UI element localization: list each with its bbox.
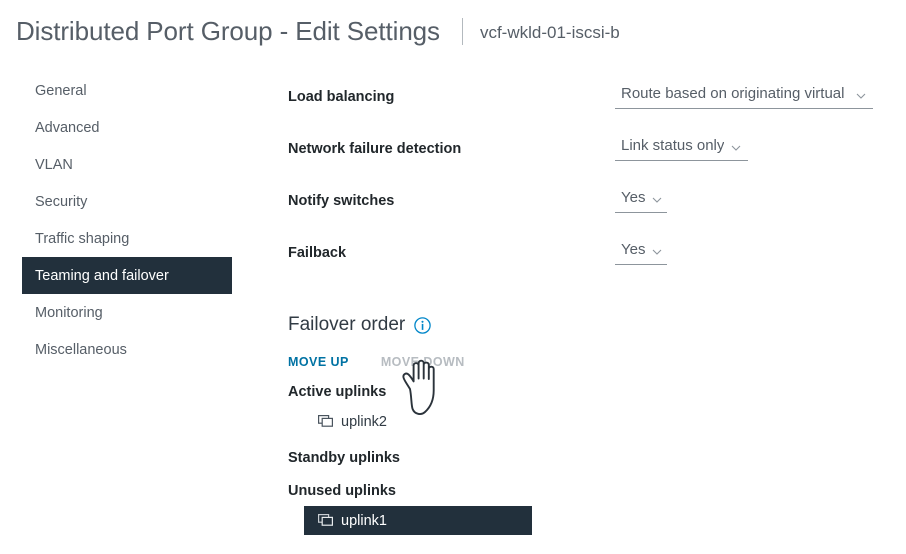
sidebar-item-security[interactable]: Security: [22, 183, 232, 220]
failover-order-section: Failover order MOVE UP MOVE DOWN Active …: [288, 312, 688, 535]
uplink-name: uplink2: [341, 413, 387, 430]
move-down-button: MOVE DOWN: [380, 355, 465, 369]
chevron-down-icon: [652, 195, 662, 204]
sidebar-item-label: Miscellaneous: [35, 341, 127, 358]
form-row-notify-switches: Notify switches Yes: [288, 188, 888, 240]
notify-switches-label: Notify switches: [288, 193, 395, 209]
active-uplinks-label: Active uplinks: [288, 384, 387, 400]
network-adapter-icon: [318, 415, 333, 428]
teaming-failover-form: Load balancing Route based on originatin…: [288, 84, 888, 292]
chevron-down-icon: [856, 91, 866, 100]
form-row-network-failure-detection: Network failure detection Link status on…: [288, 136, 888, 188]
notify-switches-select[interactable]: Yes: [615, 188, 667, 213]
sidebar-item-vlan[interactable]: VLAN: [22, 146, 232, 183]
load-balancing-value: Route based on originating virtual por: [621, 85, 849, 102]
form-row-load-balancing: Load balancing Route based on originatin…: [288, 84, 888, 136]
sidebar-item-traffic-shaping[interactable]: Traffic shaping: [22, 220, 232, 257]
sidebar-item-label: General: [35, 82, 87, 99]
chevron-down-icon: [731, 143, 741, 152]
load-balancing-select[interactable]: Route based on originating virtual por: [615, 84, 873, 109]
page-subtitle: vcf-wkld-01-iscsi-b: [479, 22, 620, 42]
load-balancing-label: Load balancing: [288, 89, 395, 105]
chevron-down-icon: [652, 247, 662, 256]
sidebar-item-label: Teaming and failover: [35, 267, 169, 284]
page-header: Distributed Port Group - Edit Settings v…: [0, 0, 906, 62]
sidebar-item-label: Security: [35, 193, 88, 210]
sidebar-item-label: Advanced: [35, 119, 100, 136]
form-row-failback: Failback Yes: [288, 240, 888, 292]
network-failure-detection-select[interactable]: Link status only: [615, 136, 748, 161]
failover-order-actions: MOVE UP MOVE DOWN: [288, 354, 688, 370]
network-failure-detection-value: Link status only: [621, 137, 725, 154]
network-adapter-icon: [318, 514, 333, 527]
header-divider: [461, 17, 463, 45]
move-up-button[interactable]: MOVE UP: [288, 355, 349, 369]
settings-sidebar: General Advanced VLAN Security Traffic s…: [0, 72, 250, 368]
sidebar-item-monitoring[interactable]: Monitoring: [22, 294, 232, 331]
uplink-name: uplink1: [341, 512, 387, 529]
network-failure-detection-label: Network failure detection: [288, 141, 462, 157]
unused-uplinks-label: Unused uplinks: [288, 483, 396, 499]
list-item-uplink2[interactable]: uplink2: [304, 407, 532, 436]
failback-select[interactable]: Yes: [615, 240, 667, 265]
sidebar-item-label: Traffic shaping: [35, 230, 130, 247]
sidebar-item-teaming-and-failover[interactable]: Teaming and failover: [22, 257, 232, 294]
standby-uplinks-label: Standby uplinks: [288, 450, 400, 466]
failback-value: Yes: [621, 241, 646, 258]
sidebar-item-advanced[interactable]: Advanced: [22, 109, 232, 146]
list-item-uplink1[interactable]: uplink1: [304, 506, 532, 535]
failover-order-heading: Failover order: [288, 312, 688, 338]
notify-switches-value: Yes: [621, 189, 646, 206]
sidebar-item-general[interactable]: General: [22, 72, 232, 109]
info-circle-icon[interactable]: [414, 316, 431, 334]
page-title: Distributed Port Group - Edit Settings: [16, 15, 440, 46]
failback-label: Failback: [288, 245, 347, 261]
sidebar-item-miscellaneous[interactable]: Miscellaneous: [22, 331, 232, 368]
failover-order-title: Failover order: [288, 314, 406, 335]
sidebar-item-label: Monitoring: [35, 304, 103, 321]
sidebar-item-label: VLAN: [35, 156, 73, 173]
